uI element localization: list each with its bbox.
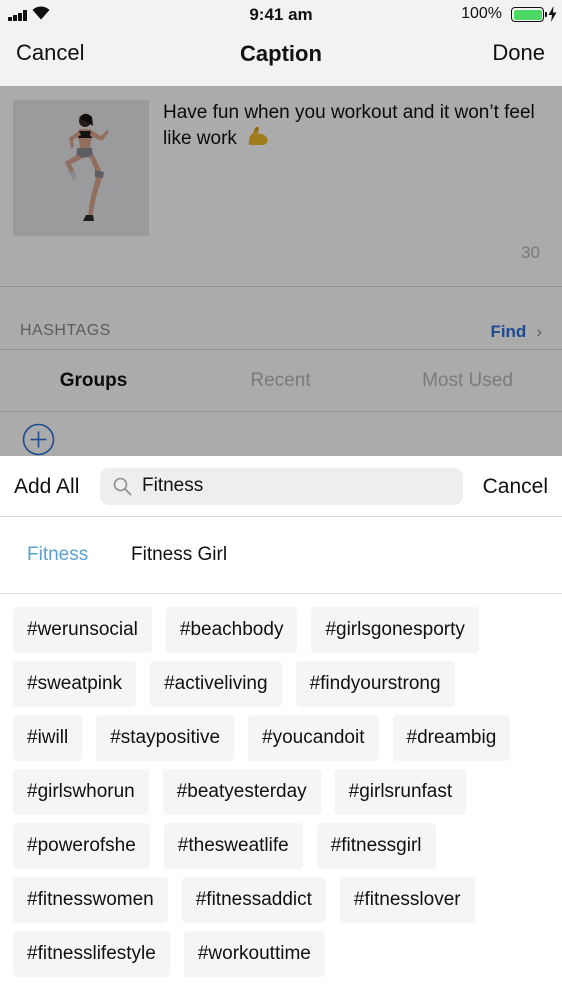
cancel-button[interactable]: Cancel: [16, 40, 84, 66]
hashtag-list: #werunsocial #beachbody #girlsgonesporty #s…: [13, 607, 553, 985]
hashtag-chip[interactable]: #fitnessgirl: [316, 823, 436, 869]
hashtag-chip[interactable]: #beachbody: [165, 607, 298, 653]
hashtag-row: #fitnesswomen #fitnessaddict #fitnesslover: [13, 877, 553, 931]
search-field[interactable]: [100, 468, 463, 505]
hashtag-row: #werunsocial #beachbody #girlsgonesporty: [13, 607, 553, 661]
battery-level: [513, 9, 542, 20]
hashtag-chip[interactable]: #dreambig: [392, 715, 511, 761]
hashtag-chip[interactable]: #youcandoit: [248, 715, 379, 761]
search-icon: [113, 477, 132, 496]
hashtag-chip[interactable]: #werunsocial: [13, 607, 152, 653]
hashtag-row: #girlswhorun #beatyesterday #girlsrunfast: [13, 769, 553, 823]
add-all-button[interactable]: Add All: [14, 475, 79, 499]
done-button[interactable]: Done: [492, 40, 545, 66]
hashtag-search-sheet: Add All Cancel Fitness Fitness Girl #wer…: [0, 456, 562, 1000]
search-row: Add All Cancel: [0, 456, 562, 517]
hashtag-chip[interactable]: #staypositive: [96, 715, 235, 761]
hashtag-row: #fitnesslifestyle #workouttime: [13, 931, 553, 985]
hashtag-chip[interactable]: #beatyesterday: [162, 769, 321, 815]
hashtag-chip[interactable]: #sweatpink: [13, 661, 137, 707]
hashtag-chip[interactable]: #fitnesswomen: [13, 877, 168, 923]
group-fitness-girl[interactable]: Fitness Girl: [131, 544, 227, 566]
hashtag-chip[interactable]: #activeliving: [150, 661, 282, 707]
hashtag-chip[interactable]: #girlswhorun: [13, 769, 149, 815]
hashtag-chip[interactable]: #fitnesslifestyle: [13, 931, 170, 977]
status-bar: 9:41 am 100%: [0, 0, 562, 30]
hashtag-row: #sweatpink #activeliving #findyourstrong: [13, 661, 553, 715]
hashtag-chip[interactable]: #workouttime: [183, 931, 325, 977]
search-input[interactable]: [142, 474, 442, 498]
hashtag-chip[interactable]: #fitnessaddict: [181, 877, 326, 923]
hashtag-chip[interactable]: #iwill: [13, 715, 83, 761]
cancel-search-button[interactable]: Cancel: [483, 475, 548, 499]
hashtag-chip[interactable]: #girlsrunfast: [334, 769, 467, 815]
hashtag-chip[interactable]: #findyourstrong: [295, 661, 455, 707]
charging-bolt-icon: [548, 6, 557, 22]
hashtag-row: #iwill #staypositive #youcandoit #dreambig: [13, 715, 553, 769]
battery-icon: [511, 7, 544, 22]
battery-percentage: 100%: [461, 5, 502, 22]
battery-tip: [545, 12, 547, 17]
hashtag-chip[interactable]: #fitnesslover: [339, 877, 475, 923]
hashtag-groups-row: Fitness Fitness Girl: [0, 517, 562, 594]
hashtag-chip[interactable]: #powerofshe: [13, 823, 150, 869]
navigation-bar: Cancel Caption Done: [0, 30, 562, 86]
hashtag-row: #powerofshe #thesweatlife #fitnessgirl: [13, 823, 553, 877]
modal-dim-overlay[interactable]: [0, 86, 562, 456]
group-fitness[interactable]: Fitness: [27, 544, 88, 566]
hashtag-chip[interactable]: #girlsgonesporty: [311, 607, 479, 653]
hashtag-chip[interactable]: #thesweatlife: [163, 823, 303, 869]
